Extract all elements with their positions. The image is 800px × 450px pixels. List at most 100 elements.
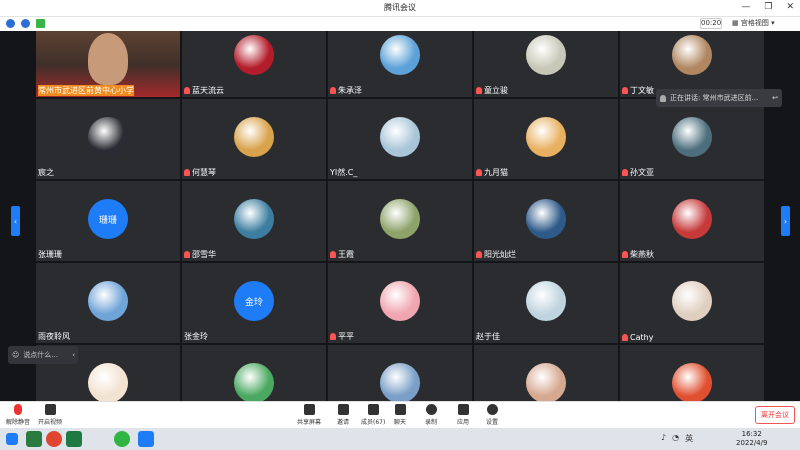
participant-tile[interactable]: 蓝天流云 xyxy=(182,31,326,97)
minimize-button[interactable]: — xyxy=(741,2,750,12)
camera-video xyxy=(88,33,128,85)
participant-name: 王霞 xyxy=(338,250,354,259)
participant-name-row: 张金玲 xyxy=(184,331,208,342)
participant-tile[interactable]: 邵雪华 xyxy=(182,181,326,261)
camera-off-icon xyxy=(44,404,56,415)
participant-name: 蓝天流云 xyxy=(192,86,224,95)
avatar xyxy=(380,199,420,239)
wechat-icon[interactable] xyxy=(114,431,130,447)
windows-start-icon[interactable] xyxy=(6,433,18,445)
mic-muted-icon xyxy=(476,87,482,94)
prev-page-button[interactable]: ‹ xyxy=(11,206,20,236)
participant-tile[interactable]: 童立骏 xyxy=(474,31,618,97)
participant-name-row: 阳光灿烂 xyxy=(476,249,516,260)
record-button[interactable]: 录制 xyxy=(425,404,437,426)
tencent-meeting-icon[interactable] xyxy=(138,431,154,447)
participant-tile[interactable]: 平平 xyxy=(328,263,472,343)
avatar xyxy=(526,35,566,75)
mic-muted-icon xyxy=(622,334,628,341)
mic-muted-icon xyxy=(476,251,482,258)
signal-icon[interactable] xyxy=(36,19,45,28)
mic-muted-icon xyxy=(330,251,336,258)
mic-muted-icon xyxy=(622,251,628,258)
participant-tile[interactable] xyxy=(620,345,764,401)
participant-name-row: 蓝天流云 xyxy=(184,85,224,96)
mic-muted-icon xyxy=(622,169,628,176)
volume-icon[interactable]: ♪ xyxy=(661,433,666,444)
participant-tile[interactable]: 常州市武进区前黄中心小学 xyxy=(36,31,180,97)
participant-tile[interactable]: 何慧琴 xyxy=(182,99,326,179)
window-title: 腾讯会议 xyxy=(384,3,416,12)
meeting-timer: 00:20 xyxy=(700,18,722,29)
participant-name: 宸之 xyxy=(38,168,54,177)
participant-name-row: 赵于佳 xyxy=(476,331,500,342)
participant-tile[interactable]: Cathy xyxy=(620,263,764,343)
settings-button[interactable]: 设置 xyxy=(486,404,498,426)
browser-icon[interactable] xyxy=(46,431,62,447)
participant-name: 九月猫 xyxy=(484,168,508,177)
participant-name: 童立骏 xyxy=(484,86,508,95)
start-video-button[interactable]: 开启视频 xyxy=(38,404,62,426)
members-button[interactable]: 成员(67) xyxy=(361,404,385,426)
participant-tile[interactable]: 宸之 xyxy=(36,99,180,179)
avatar xyxy=(234,35,274,75)
participant-name-row: 平平 xyxy=(330,331,354,342)
view-mode-button[interactable]: ▦ 宫格视图 ▾ xyxy=(732,18,775,28)
leave-meeting-button[interactable]: 离开会议 xyxy=(755,406,795,424)
shield-icon[interactable] xyxy=(21,19,30,28)
participant-name-row: 朱承泽 xyxy=(330,85,362,96)
avatar xyxy=(672,363,712,401)
mic-muted-icon xyxy=(622,87,628,94)
invite-button[interactable]: 邀请 xyxy=(337,404,349,426)
participant-tile[interactable] xyxy=(474,345,618,401)
wifi-icon[interactable]: ◔ xyxy=(672,433,679,444)
participant-tile[interactable]: 赵于佳 xyxy=(474,263,618,343)
participant-tile[interactable]: YI然.C_ xyxy=(328,99,472,179)
language-indicator[interactable]: 英 xyxy=(685,433,693,444)
next-page-button[interactable]: › xyxy=(781,206,790,236)
chat-button[interactable]: 聊天 xyxy=(394,404,406,426)
participant-tile[interactable]: 丁文敏 xyxy=(620,31,764,97)
unmute-button[interactable]: 解除静音 xyxy=(6,404,30,426)
chat-input[interactable]: ☺ 说点什么... ‹ xyxy=(8,346,78,364)
avatar xyxy=(234,199,274,239)
participant-tile[interactable]: 朱承泽 xyxy=(328,31,472,97)
app-icon[interactable] xyxy=(26,431,42,447)
share-screen-label: 共享屏幕 xyxy=(297,419,322,426)
participant-tile[interactable]: 雨夜聆风 xyxy=(36,263,180,343)
participant-tile[interactable]: 金玲 张金玲 xyxy=(182,263,326,343)
close-button[interactable]: ✕ xyxy=(786,2,794,12)
chevron-left-icon[interactable]: ‹ xyxy=(72,351,75,359)
participant-tile[interactable]: 阳光灿烂 xyxy=(474,181,618,261)
avatar xyxy=(526,117,566,157)
participant-tile[interactable]: 珊珊 张珊珊 xyxy=(36,181,180,261)
info-icon[interactable] xyxy=(6,19,15,28)
participant-name-row: YI然.C_ xyxy=(330,167,357,178)
participant-tile[interactable] xyxy=(328,345,472,401)
participant-tile[interactable]: 孙文亚 xyxy=(620,99,764,179)
maximize-button[interactable]: ❐ xyxy=(764,2,772,12)
system-tray: ♪ ◔ 英 xyxy=(661,433,693,444)
participant-name: 平平 xyxy=(338,332,354,341)
participant-name: YI然.C_ xyxy=(330,168,358,177)
meeting-info-bar: 00:20 ▦ 宫格视图 ▾ xyxy=(0,17,800,31)
avatar xyxy=(88,281,128,321)
title-bar: 腾讯会议 — ❐ ✕ xyxy=(0,0,800,17)
system-clock[interactable]: 16:32 2022/4/9 xyxy=(736,430,767,448)
start-video-label: 开启视频 xyxy=(38,419,63,426)
apps-button[interactable]: 应用 xyxy=(457,404,469,426)
mic-muted-icon xyxy=(330,333,336,340)
participant-tile[interactable]: 王霞 xyxy=(328,181,472,261)
participant-name-row: 童立骏 xyxy=(476,85,508,96)
participant-name: Cathy xyxy=(630,333,654,342)
participant-tile[interactable]: 九月猫 xyxy=(474,99,618,179)
avatar xyxy=(88,117,128,157)
share-screen-button[interactable]: 共享屏幕 xyxy=(297,404,321,426)
mic-icon xyxy=(660,94,666,102)
participant-tile[interactable]: 柴燕秋 xyxy=(620,181,764,261)
collapse-icon[interactable]: ↩ xyxy=(772,94,778,102)
participant-tile[interactable] xyxy=(182,345,326,401)
participant-name: 张金玲 xyxy=(184,332,208,341)
excel-icon[interactable] xyxy=(66,431,82,447)
invite-label: 邀请 xyxy=(337,419,350,426)
